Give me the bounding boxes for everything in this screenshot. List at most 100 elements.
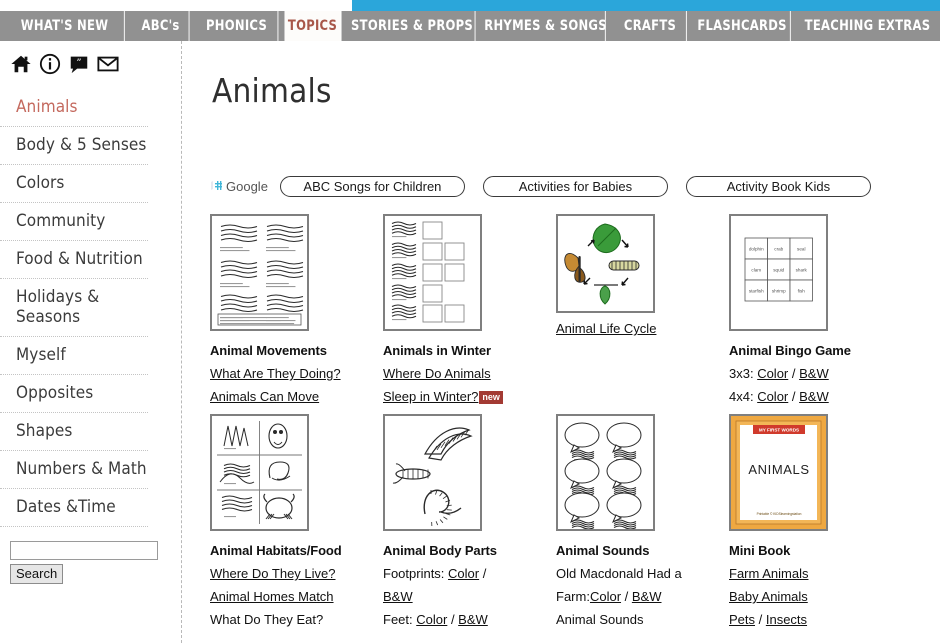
home-icon[interactable]: [10, 53, 32, 75]
svg-text:shrimp: shrimp: [772, 289, 786, 294]
sidebar-menu: Animals Body & 5 Senses Colors Community Foo…: [0, 89, 181, 527]
sidebar-item-food-nutrition[interactable]: Food & Nutrition: [0, 241, 148, 279]
card-link[interactable]: Farm Animals: [729, 566, 808, 581]
sidebar-item-dates-time[interactable]: Dates &Time: [0, 489, 148, 527]
google-label: Google: [226, 178, 268, 194]
card-link[interactable]: B&W: [632, 589, 662, 604]
card-link[interactable]: B&W: [799, 389, 829, 404]
card-title: Animals in Winter: [383, 343, 491, 358]
sidebar: ” Animals Body & 5 Senses Colors Community F…: [0, 41, 182, 643]
card-link[interactable]: B&W: [383, 589, 413, 604]
sidebar-item-numbers-math[interactable]: Numbers & Math: [0, 451, 148, 489]
svg-text:”: ”: [76, 58, 81, 69]
sidebar-icon-row: ”: [0, 41, 181, 85]
thumbnail-butterfly-life-cycle[interactable]: [556, 214, 655, 313]
card-link-row: What Do They Eat?: [210, 608, 383, 631]
card-text: Animal Sounds: [556, 612, 644, 627]
card-link[interactable]: Color: [757, 366, 788, 381]
nav-tab-crafts[interactable]: CRAFTS: [614, 11, 687, 41]
svg-text:seal: seal: [797, 247, 805, 252]
card-link[interactable]: Animal Life Cycle: [556, 321, 656, 336]
search-input[interactable]: [10, 541, 158, 560]
svg-text:Printable © KIDSlearningstatio: Printable © KIDSlearningstation: [757, 512, 802, 516]
card-text: 3x3:: [729, 366, 758, 381]
sidebar-search: Search: [0, 527, 181, 584]
ad-chip-3[interactable]: Activity Book Kids: [685, 175, 871, 197]
sidebar-item-holidays-seasons[interactable]: Holidays & Seasons: [0, 279, 148, 337]
activity-card: Animal Sounds Old Macdonald Had a Farm:Col…: [556, 414, 729, 631]
google-mark-icon: [210, 180, 224, 193]
nav-tab-rhymes-songs[interactable]: RHYMES & SONGS: [484, 11, 607, 41]
card-text: /: [479, 566, 487, 581]
card-link[interactable]: Color: [416, 612, 447, 627]
card-link[interactable]: Baby Animals: [729, 589, 808, 604]
nav-tab-stories-props[interactable]: STORIES & PROPS: [349, 11, 476, 41]
ad-chip-2[interactable]: Activities for Babies: [482, 175, 668, 197]
nav-tab-topics[interactable]: TOPICS: [284, 11, 342, 41]
thumbnail-mini-book-cover[interactable]: MY FIRST WORDS ANIMALS Printable © KIDSlea…: [729, 414, 828, 531]
svg-text:ANIMALS: ANIMALS: [748, 462, 809, 477]
sidebar-item-colors[interactable]: Colors: [0, 165, 148, 203]
card-text: /: [755, 612, 766, 627]
card-links: Old Macdonald Had a Farm:Color / B&W Anima…: [556, 562, 729, 631]
svg-text:shark: shark: [796, 268, 808, 273]
mail-icon[interactable]: [97, 53, 119, 75]
card-links: Where Do Animals Sleep in Winter? new: [383, 362, 556, 408]
top-accent-strip: [352, 0, 940, 11]
card-title: Animal Sounds: [556, 543, 650, 558]
main-navigation: WHAT'S NEW ABC's PHONICS TOPICS STORIES & PR…: [0, 11, 940, 41]
card-text: What Do They Eat?: [210, 612, 324, 627]
card-title: Animal Bingo Game: [729, 343, 851, 358]
card-text: Old Macdonald Had a: [556, 566, 682, 581]
comment-icon[interactable]: ”: [68, 53, 90, 75]
card-link[interactable]: Color: [448, 566, 479, 581]
card-links: Footprints: Color / B&W Feet: Color / B&W: [383, 562, 556, 631]
card-link-row: 3x3: Color / B&W: [729, 362, 902, 385]
thumbnail-animals-in-winter-worksheet[interactable]: [383, 214, 482, 331]
ad-chip-1[interactable]: ABC Songs for Children: [279, 175, 465, 197]
svg-text:dolphin: dolphin: [749, 247, 764, 252]
card-link[interactable]: B&W: [799, 366, 829, 381]
card-link[interactable]: Animal Homes Match: [210, 589, 334, 604]
nav-tab-phonics[interactable]: PHONICS: [196, 11, 279, 41]
card-link[interactable]: Where Do Animals: [383, 366, 491, 381]
sidebar-item-body-5-senses[interactable]: Body & 5 Senses: [0, 127, 148, 165]
card-link[interactable]: Sleep in Winter?: [383, 389, 478, 404]
sidebar-item-shapes[interactable]: Shapes: [0, 413, 148, 451]
search-button[interactable]: Search: [10, 564, 64, 584]
card-link-row: Animal Sounds: [556, 608, 729, 631]
card-link[interactable]: B&W: [458, 612, 488, 627]
sidebar-item-animals[interactable]: Animals: [0, 89, 148, 127]
nav-tab-flashcards[interactable]: FLASHCARDS: [694, 11, 791, 41]
card-link-row: Baby Animals: [729, 585, 902, 608]
activity-card: MY FIRST WORDS ANIMALS Printable © KIDSlea…: [729, 414, 902, 631]
nav-tab-abc-s[interactable]: ABC's: [132, 11, 190, 41]
sidebar-item-opposites[interactable]: Opposites: [0, 375, 148, 413]
thumbnail-animal-bingo-grid[interactable]: dolphin crab seal clam squid shark starfish shr…: [729, 214, 828, 331]
card-link[interactable]: Color: [757, 389, 788, 404]
svg-text:MY FIRST WORDS: MY FIRST WORDS: [759, 428, 799, 433]
nav-tab-what-s-new[interactable]: WHAT'S NEW: [5, 11, 125, 41]
info-icon[interactable]: [39, 53, 61, 75]
card-link[interactable]: Insects: [766, 612, 807, 627]
card-link-row: Animal Life Cycle: [556, 317, 729, 340]
card-links: Farm Animals Baby Animals Pets / Insects: [729, 562, 902, 631]
card-link[interactable]: Where Do They Live?: [210, 566, 336, 581]
main-content: Animals Google ABC Songs for Children Ac…: [183, 41, 940, 643]
card-link-row: Farm Animals: [729, 562, 902, 585]
activity-card: Animal Movements What Are They Doing? Anim…: [210, 214, 383, 408]
card-link[interactable]: Pets: [729, 612, 755, 627]
thumbnail-animal-movements-worksheet[interactable]: [210, 214, 309, 331]
sidebar-item-myself[interactable]: Myself: [0, 337, 148, 375]
thumbnail-animal-habitats-worksheet[interactable]: [210, 414, 309, 531]
card-link-row: Farm:Color / B&W: [556, 585, 729, 608]
sidebar-item-community[interactable]: Community: [0, 203, 148, 241]
card-link[interactable]: Animals Can Move: [210, 389, 319, 404]
nav-tab-teaching-extras[interactable]: TEACHING EXTRAS: [801, 11, 934, 41]
card-link-row: Where Do They Live?: [210, 562, 383, 585]
thumbnail-animal-body-parts-worksheet[interactable]: [383, 414, 482, 531]
card-link[interactable]: Color: [590, 589, 621, 604]
card-text: Farm:: [556, 589, 590, 604]
card-link[interactable]: What Are They Doing?: [210, 366, 341, 381]
thumbnail-animal-sounds-worksheet[interactable]: [556, 414, 655, 531]
